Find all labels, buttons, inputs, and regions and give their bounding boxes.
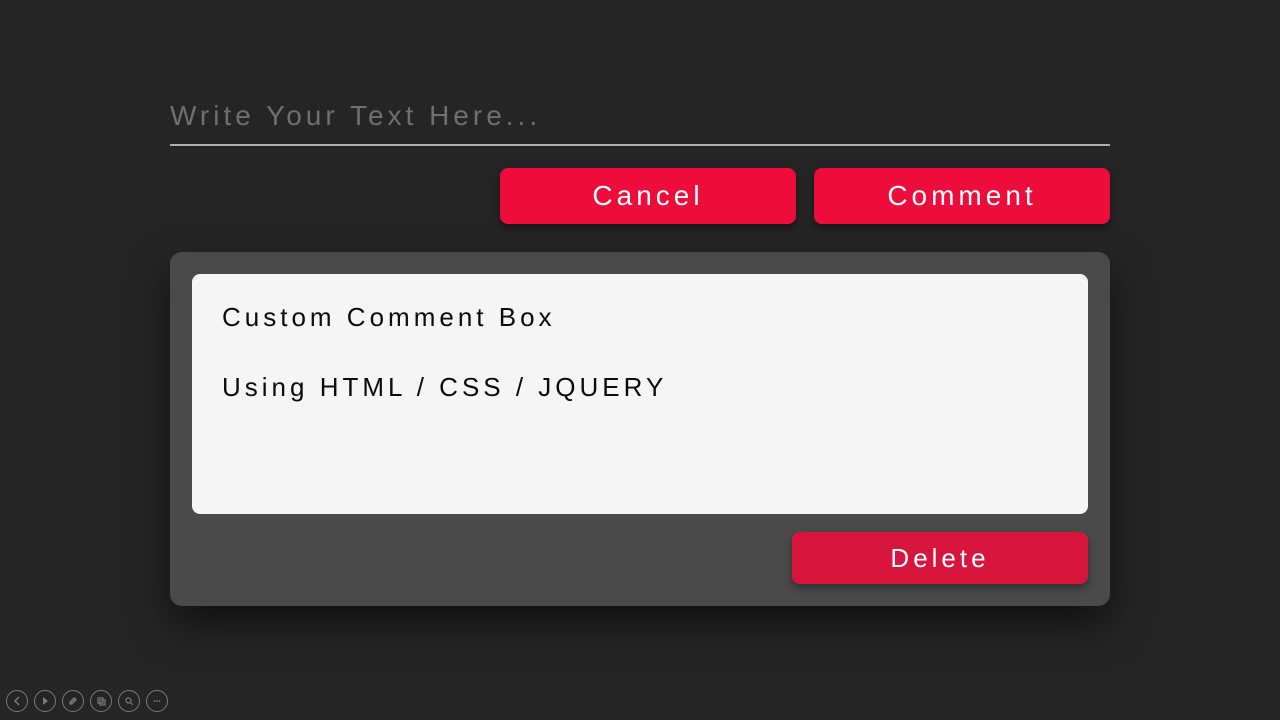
copy-icon[interactable] xyxy=(90,690,112,712)
comment-box-container: Cancel Comment Custom Comment Box Using … xyxy=(170,0,1110,606)
media-bar xyxy=(6,690,168,712)
comment-panel: Custom Comment Box Using HTML / CSS / JQ… xyxy=(170,252,1110,606)
action-row: Cancel Comment xyxy=(170,168,1110,224)
input-row xyxy=(170,100,1110,146)
zoom-icon[interactable] xyxy=(118,690,140,712)
prev-icon[interactable] xyxy=(6,690,28,712)
comment-button[interactable]: Comment xyxy=(814,168,1110,224)
comment-input[interactable] xyxy=(170,100,1110,132)
comment-card: Custom Comment Box Using HTML / CSS / JQ… xyxy=(192,274,1088,514)
edit-icon[interactable] xyxy=(62,690,84,712)
more-icon[interactable] xyxy=(146,690,168,712)
panel-actions: Delete xyxy=(192,532,1088,584)
delete-button[interactable]: Delete xyxy=(792,532,1088,584)
play-icon[interactable] xyxy=(34,690,56,712)
cancel-button[interactable]: Cancel xyxy=(500,168,796,224)
